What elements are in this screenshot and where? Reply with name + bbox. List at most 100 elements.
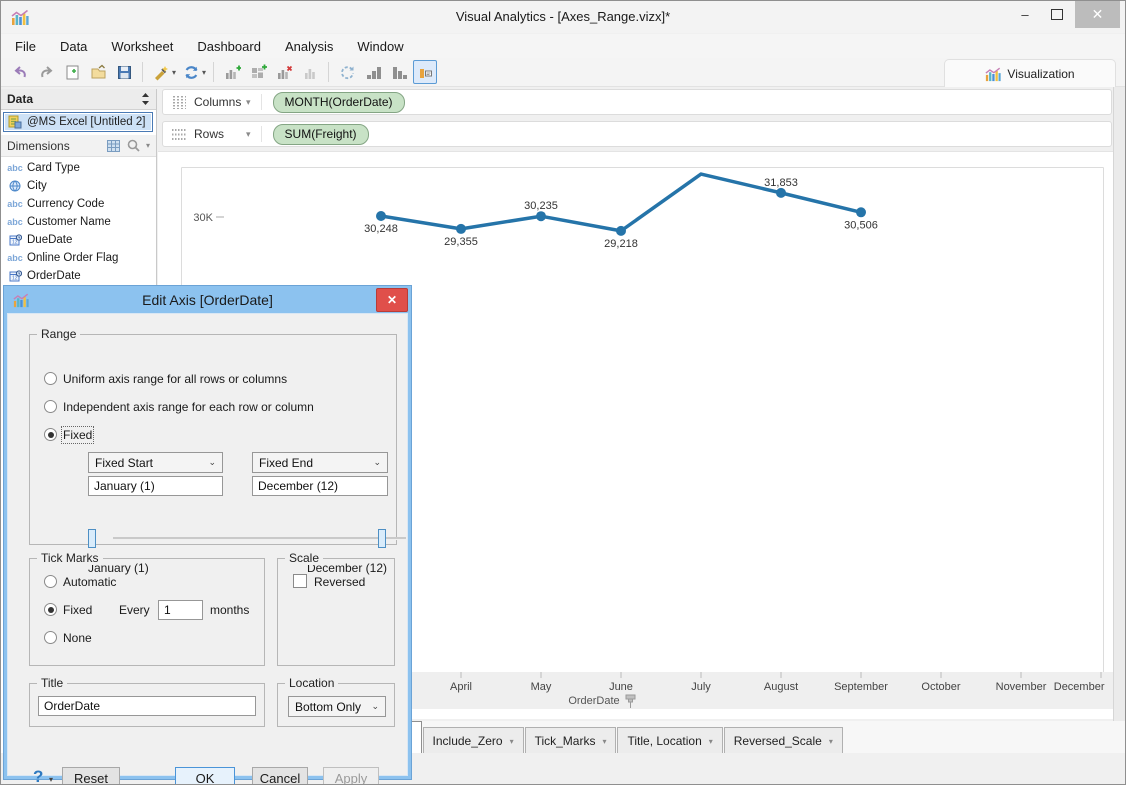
reversed-checkbox-label[interactable]: Reversed bbox=[314, 575, 365, 589]
new-worksheet-icon[interactable] bbox=[220, 60, 244, 84]
cancel-button[interactable]: Cancel bbox=[252, 767, 308, 784]
datasource-item[interactable]: @MS Excel [Untitled 2] bbox=[3, 112, 153, 132]
radio-uniform-range[interactable] bbox=[44, 372, 57, 385]
tab-label: Title, Location bbox=[627, 734, 702, 748]
field-label: Online Order Flag bbox=[27, 252, 119, 264]
range-slider-track[interactable] bbox=[113, 537, 406, 540]
radio-tick-fixed-label[interactable]: Fixed bbox=[63, 603, 92, 617]
sort-fields-icon[interactable] bbox=[141, 93, 150, 105]
dialog-titlebar[interactable]: Edit Axis [OrderDate] bbox=[4, 286, 411, 313]
radio-independent-range[interactable] bbox=[44, 400, 57, 413]
search-icon[interactable] bbox=[127, 139, 140, 152]
menu-worksheet[interactable]: Worksheet bbox=[111, 39, 173, 54]
field-city[interactable]: City bbox=[1, 177, 156, 195]
apply-button[interactable]: Apply bbox=[323, 767, 379, 784]
radio-fixed-range[interactable] bbox=[44, 428, 57, 441]
help-button[interactable]: ? bbox=[33, 767, 43, 784]
radio-tick-fixed[interactable] bbox=[44, 603, 57, 616]
edit-axis-dialog[interactable]: Edit Axis [OrderDate] ✕ Range Uniform ax… bbox=[3, 285, 412, 784]
field-customer-name[interactable]: abc Customer Name bbox=[1, 213, 156, 231]
fixed-end-input[interactable] bbox=[252, 476, 388, 496]
help-caret-icon[interactable]: ▾ bbox=[49, 775, 53, 784]
rows-shelf[interactable]: Rows ▾ SUM(Freight) bbox=[162, 121, 1112, 147]
chevron-down-icon: ⌄ bbox=[371, 701, 379, 711]
field-currency-code[interactable]: abc Currency Code bbox=[1, 195, 156, 213]
field-duedate[interactable]: 12 DueDate bbox=[1, 231, 156, 249]
rows-pill-sum-freight[interactable]: SUM(Freight) bbox=[272, 123, 369, 145]
redo-icon[interactable] bbox=[34, 60, 58, 84]
radio-fixed-range-label[interactable]: Fixed bbox=[60, 426, 95, 444]
tab-menu-caret-icon[interactable]: ▾ bbox=[510, 737, 514, 746]
range-slider-right-handle[interactable] bbox=[378, 529, 386, 548]
new-dashboard-icon[interactable] bbox=[246, 60, 270, 84]
menu-dashboard[interactable]: Dashboard bbox=[197, 39, 261, 54]
close-button[interactable]: ✕ bbox=[1075, 1, 1120, 28]
radio-tick-automatic[interactable] bbox=[44, 575, 57, 588]
duplicate-sheet-icon[interactable] bbox=[298, 60, 322, 84]
radio-tick-none-label[interactable]: None bbox=[63, 631, 92, 645]
tab-title-location[interactable]: Title, Location ▾ bbox=[617, 727, 723, 754]
tick-every-input[interactable] bbox=[158, 600, 203, 620]
format-wand-icon[interactable] bbox=[149, 60, 173, 84]
sort-ascending-icon[interactable] bbox=[361, 60, 385, 84]
field-card-type[interactable]: abc Card Type bbox=[1, 159, 156, 177]
tab-menu-caret-icon[interactable]: ▾ bbox=[829, 737, 833, 746]
open-icon[interactable] bbox=[86, 60, 110, 84]
undo-icon[interactable] bbox=[8, 60, 32, 84]
refresh-icon[interactable] bbox=[179, 60, 203, 84]
menu-window[interactable]: Window bbox=[357, 39, 403, 54]
columns-shelf-caret-icon[interactable]: ▾ bbox=[246, 97, 251, 108]
svg-text:November: November bbox=[996, 681, 1047, 693]
svg-text:October: October bbox=[921, 681, 960, 693]
new-workbook-icon[interactable] bbox=[60, 60, 84, 84]
swap-axes-icon[interactable] bbox=[335, 60, 359, 84]
radio-tick-none[interactable] bbox=[44, 631, 57, 644]
minimize-button[interactable]: – bbox=[1009, 1, 1041, 28]
app-window: Visual Analytics - [Axes_Range.vizx]* – … bbox=[0, 0, 1126, 785]
fixed-end-dropdown[interactable]: Fixed End ⌄ bbox=[252, 452, 388, 473]
show-mark-labels-icon[interactable] bbox=[413, 60, 438, 84]
location-dropdown-value: Bottom Only bbox=[295, 699, 362, 714]
menu-file[interactable]: File bbox=[15, 39, 36, 54]
rows-shelf-caret-icon[interactable]: ▾ bbox=[246, 129, 251, 140]
dialog-close-button[interactable]: ✕ bbox=[376, 288, 408, 312]
axis-title-input[interactable] bbox=[38, 696, 256, 716]
save-icon[interactable] bbox=[112, 60, 136, 84]
reversed-checkbox[interactable] bbox=[293, 574, 307, 588]
location-dropdown[interactable]: Bottom Only ⌄ bbox=[288, 696, 386, 717]
columns-shelf[interactable]: Columns ▾ MONTH(OrderDate) bbox=[162, 89, 1112, 115]
menu-analysis[interactable]: Analysis bbox=[285, 39, 333, 54]
refresh-caret-icon[interactable]: ▾ bbox=[202, 68, 206, 77]
toolbar-separator bbox=[142, 62, 143, 82]
columns-pill-month-orderdate[interactable]: MONTH(OrderDate) bbox=[272, 91, 405, 113]
string-type-icon: abc bbox=[7, 199, 23, 209]
maximize-button[interactable] bbox=[1041, 1, 1073, 28]
tab-menu-caret-icon[interactable]: ▾ bbox=[709, 737, 713, 746]
svg-text:May: May bbox=[531, 681, 552, 693]
fixed-start-dropdown[interactable]: Fixed Start ⌄ bbox=[88, 452, 223, 473]
view-data-grid-icon[interactable] bbox=[106, 139, 120, 152]
radio-independent-range-label[interactable]: Independent axis range for each row or c… bbox=[63, 400, 314, 414]
reset-button[interactable]: Reset bbox=[62, 767, 120, 784]
toolbar-separator bbox=[328, 62, 330, 82]
delete-sheet-icon[interactable] bbox=[272, 60, 296, 84]
columns-shelf-label: Columns bbox=[194, 95, 242, 109]
sort-descending-icon[interactable] bbox=[387, 60, 411, 84]
tab-tick-marks[interactable]: Tick_Marks ▾ bbox=[524, 727, 617, 754]
field-label: OrderDate bbox=[27, 270, 81, 282]
menu-data[interactable]: Data bbox=[60, 39, 87, 54]
tab-include-zero[interactable]: Include_Zero ▾ bbox=[422, 727, 524, 754]
field-online-order-flag[interactable]: abc Online Order Flag bbox=[1, 249, 156, 267]
dimensions-menu-caret-icon[interactable]: ▾ bbox=[146, 141, 150, 150]
geo-type-icon bbox=[7, 180, 23, 192]
radio-uniform-range-label[interactable]: Uniform axis range for all rows or colum… bbox=[63, 372, 287, 386]
format-wand-caret-icon[interactable]: ▾ bbox=[172, 68, 176, 77]
tab-reversed-scale[interactable]: Reversed_Scale ▾ bbox=[723, 727, 843, 754]
field-orderdate[interactable]: 12 OrderDate bbox=[1, 267, 156, 285]
fixed-start-input[interactable] bbox=[88, 476, 223, 496]
ok-button[interactable]: OK bbox=[175, 767, 235, 784]
radio-tick-automatic-label[interactable]: Automatic bbox=[63, 575, 116, 589]
tab-menu-caret-icon[interactable]: ▾ bbox=[602, 737, 606, 746]
range-slider-left-handle[interactable] bbox=[88, 529, 96, 548]
visualization-tab[interactable]: Visualization bbox=[944, 59, 1116, 87]
